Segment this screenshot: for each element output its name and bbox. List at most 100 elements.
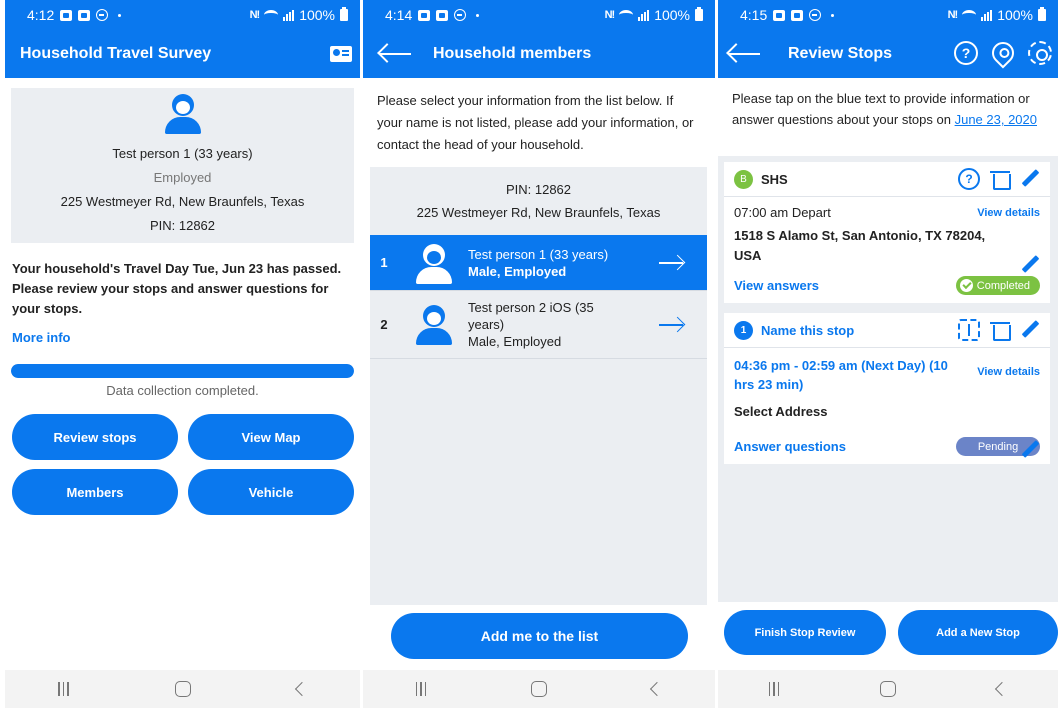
merge-stop-icon[interactable] (958, 319, 980, 341)
back-arrow-icon[interactable] (377, 44, 413, 64)
travel-date-link[interactable]: June 23, 2020 (955, 112, 1037, 127)
notification-dot-icon (118, 13, 122, 17)
member-row-2[interactable]: 2 Test person 2 iOS (35 years) Male, Emp… (370, 291, 707, 359)
finish-stop-review-button[interactable]: Finish Stop Review (724, 610, 886, 655)
profile-card: Test person 1 (33 years) Employed 225 We… (11, 88, 354, 243)
home-icon[interactable] (531, 681, 548, 697)
forward-arrow-icon (659, 257, 685, 269)
travel-day-notice: Your household's Travel Day Tue, Jun 23 … (12, 261, 342, 316)
mute-icon: N! (604, 9, 616, 21)
system-nav-bar (363, 670, 715, 708)
profile-pin: PIN: 12862 (149, 218, 216, 233)
pencil-icon[interactable] (1020, 320, 1040, 340)
screen-review-stops: 4:15 N! 100% Review Stops ? Please tap o… (718, 0, 1058, 708)
member-number: 2 (380, 317, 388, 332)
recent-apps-icon[interactable] (415, 682, 427, 696)
person-avatar-icon (414, 244, 454, 284)
review-stops-button[interactable]: Review stops (12, 414, 178, 460)
stop-name: SHS (761, 171, 788, 187)
view-details-link[interactable]: View details (977, 366, 1040, 378)
gallery-notification-icon (436, 9, 449, 21)
members-instructions: Please select your information from the … (377, 93, 694, 152)
signal-icon (638, 9, 650, 21)
trash-icon[interactable] (990, 320, 1011, 341)
stop-time-range[interactable]: 04:36 pm - 02:59 am (Next Day) (10 hrs 2… (734, 356, 969, 394)
gear-icon[interactable] (1028, 41, 1052, 65)
stop-body: 07:00 am Depart View details 1518 S Alam… (724, 197, 1050, 303)
battery-percent: 100% (654, 7, 690, 23)
member-row-1[interactable]: 1 Test person 1 (33 years) Male, Employe… (370, 235, 707, 291)
status-bar: 4:15 N! 100% (718, 0, 1058, 30)
image-notification-icon (60, 9, 73, 21)
app-title: Review Stops (788, 45, 893, 62)
stop-card: 1 Name this stop 04:36 pm - 02:59 am (Ne… (724, 313, 1050, 464)
mute-icon: N! (947, 9, 959, 21)
status-bar: 4:14 N! 100% (363, 0, 715, 30)
member-name: Test person 1 (33 years) (468, 246, 609, 262)
do-not-disturb-icon (809, 9, 822, 21)
edit-address-pencil-icon[interactable] (1020, 440, 1040, 460)
status-time: 4:12 (27, 7, 55, 23)
battery-percent: 100% (997, 7, 1033, 23)
status-bar: 4:12 N! 100% (5, 0, 360, 30)
pencil-icon[interactable] (1020, 169, 1040, 189)
stop-badge: B (734, 169, 753, 189)
stop-body: 04:36 pm - 02:59 am (Next Day) (10 hrs 2… (724, 348, 1050, 464)
more-info-link[interactable]: More info (5, 330, 360, 345)
trash-icon[interactable] (990, 169, 1011, 190)
stops-list: B SHS ? 07:00 am Depart View details 151… (718, 156, 1058, 602)
signal-icon (981, 9, 993, 21)
review-instructions: Please tap on the blue text to provide i… (718, 78, 1058, 156)
select-address-label[interactable]: Select Address (734, 404, 1040, 419)
mute-icon: N! (249, 9, 261, 21)
contact-card-icon[interactable] (330, 46, 352, 62)
status-badge: Completed (955, 276, 1040, 295)
do-not-disturb-icon (454, 9, 467, 21)
edit-address-pencil-icon[interactable] (1020, 255, 1040, 275)
answer-questions-link[interactable]: Answer questions (734, 439, 846, 454)
battery-icon (340, 7, 348, 21)
notification-dot-icon (831, 13, 835, 17)
member-name: Test person 2 iOS (35 years) (468, 300, 594, 332)
help-icon[interactable]: ? (954, 41, 978, 65)
household-info: PIN: 12862 225 Westmeyer Rd, New Braunfe… (370, 167, 707, 235)
profile-name: Test person 1 (33 years) (112, 146, 253, 161)
stop-help-icon[interactable]: ? (958, 168, 980, 190)
image-notification-icon (418, 9, 431, 21)
view-map-button[interactable]: View Map (188, 414, 354, 460)
home-icon[interactable] (174, 681, 191, 697)
screen-household-travel-survey: 4:12 N! 100% Household Travel Survey Tes… (5, 0, 360, 708)
app-bar: Review Stops ? (718, 30, 1058, 78)
household-address: 225 Westmeyer Rd, New Braunfels, Texas (416, 205, 661, 220)
stop-badge: 1 (734, 320, 753, 340)
progress-label: Data collection completed. (106, 383, 259, 398)
back-arrow-icon[interactable] (726, 44, 762, 64)
back-nav-icon[interactable] (294, 681, 309, 697)
add-me-button[interactable]: Add me to the list (391, 613, 688, 659)
progress-fill (11, 364, 354, 378)
image-notification-icon (773, 9, 786, 21)
status-label: Completed (976, 279, 1030, 292)
gallery-notification-icon (791, 9, 804, 21)
recent-apps-icon[interactable] (58, 682, 69, 696)
check-icon (959, 279, 973, 292)
stop-address: 1518 S Alamo St, San Antonio, TX 78204, … (734, 228, 986, 263)
back-nav-icon[interactable] (995, 681, 1010, 697)
add-new-stop-button[interactable]: Add a New Stop (898, 610, 1058, 655)
member-detail: Male, Employed (468, 334, 562, 349)
status-time: 4:15 (740, 7, 768, 23)
members-panel: PIN: 12862 225 Westmeyer Rd, New Braunfe… (370, 167, 707, 605)
stop-name-link[interactable]: Name this stop (761, 323, 854, 338)
vehicle-button[interactable]: Vehicle (188, 469, 354, 515)
home-icon[interactable] (880, 681, 897, 697)
members-button[interactable]: Members (12, 469, 178, 515)
map-pin-icon[interactable] (987, 37, 1019, 69)
view-answers-link[interactable]: View answers (734, 278, 819, 293)
recent-apps-icon[interactable] (768, 682, 780, 696)
wifi-icon (619, 10, 634, 20)
stop-header: B SHS ? (724, 162, 1050, 197)
forward-arrow-icon (659, 319, 685, 331)
battery-icon (695, 7, 703, 21)
view-details-link[interactable]: View details (977, 207, 1040, 219)
back-nav-icon[interactable] (650, 681, 665, 697)
